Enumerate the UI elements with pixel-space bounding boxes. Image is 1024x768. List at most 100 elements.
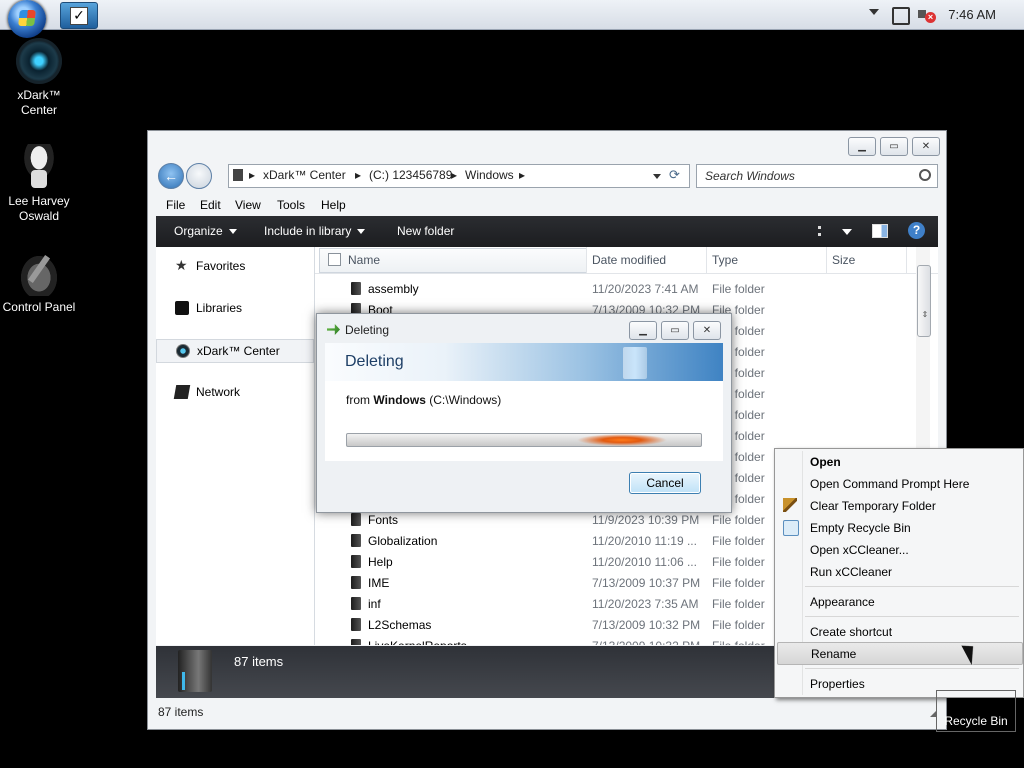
navigation-pane: ★ Favorites Libraries xDark™ Center Netw… bbox=[156, 247, 315, 645]
menu-item-open[interactable]: Open bbox=[777, 451, 1021, 472]
xdark-orb-icon bbox=[16, 38, 62, 84]
menu-item-open-xccleaner[interactable]: Open xCCleaner... bbox=[777, 539, 1021, 560]
search-placeholder: Search Windows bbox=[705, 169, 795, 183]
maximize-button[interactable]: ▭ bbox=[880, 137, 908, 156]
file-name: assembly bbox=[368, 282, 419, 296]
file-type: File folder bbox=[712, 597, 765, 611]
show-hidden-icons-icon[interactable] bbox=[869, 9, 879, 15]
forward-button[interactable] bbox=[186, 163, 212, 189]
column-header-name[interactable]: Name bbox=[348, 253, 380, 267]
file-type: File folder bbox=[712, 618, 765, 632]
refresh-icon[interactable]: ⟳ bbox=[669, 167, 680, 183]
nav-item-favorites[interactable]: ★ Favorites bbox=[156, 255, 312, 277]
recycle-bin-animation-icon bbox=[623, 347, 647, 379]
menu-item-appearance[interactable]: Appearance bbox=[777, 591, 1021, 612]
file-type: File folder bbox=[712, 513, 765, 527]
nav-item-xdark-center[interactable]: xDark™ Center bbox=[156, 339, 314, 363]
file-row[interactable]: assembly 11/20/2023 7:41 AM File folder bbox=[315, 278, 915, 299]
file-type: File folder bbox=[712, 534, 765, 548]
broom-icon bbox=[783, 498, 797, 512]
preview-pane-icon[interactable] bbox=[872, 224, 888, 238]
nav-item-network[interactable]: Network bbox=[156, 381, 312, 403]
desktop-icon-user[interactable]: Lee Harvey Oswald bbox=[0, 144, 78, 224]
back-button[interactable]: ← bbox=[158, 163, 184, 189]
close-button[interactable]: ✕ bbox=[912, 137, 940, 156]
recycle-bin-icon bbox=[783, 520, 799, 536]
menu-tools[interactable]: Tools bbox=[277, 198, 305, 212]
file-date: 7/13/2009 10:32 PM bbox=[592, 618, 701, 632]
file-date: 11/20/2023 7:41 AM bbox=[592, 282, 699, 296]
star-icon: ★ bbox=[175, 258, 188, 274]
search-box[interactable]: Search Windows bbox=[696, 164, 938, 188]
taskbar: ✓ × 7:46 AM bbox=[0, 0, 1024, 38]
breadcrumb-item[interactable]: (C:) 123456789 bbox=[369, 168, 452, 182]
dialog-body: from Windows (C:\Windows) bbox=[325, 381, 723, 461]
folder-icon bbox=[351, 513, 361, 526]
user-avatar-icon bbox=[16, 144, 62, 190]
nav-item-libraries[interactable]: Libraries bbox=[156, 297, 312, 319]
window-controls: ▁ ▭ ✕ bbox=[844, 137, 940, 156]
dialog-title: Deleting bbox=[345, 323, 390, 337]
menu-item-run-xccleaner[interactable]: Run xCCleaner bbox=[777, 561, 1021, 582]
taskbar-task-button[interactable]: ✓ bbox=[60, 2, 98, 29]
select-all-checkbox[interactable] bbox=[328, 253, 341, 266]
help-icon[interactable]: ? bbox=[908, 222, 925, 239]
minimize-button[interactable]: ▁ bbox=[848, 137, 876, 156]
deleting-dialog: Deleting ▁ ▭ ✕ Deleting from Windows (C:\W… bbox=[316, 313, 732, 513]
address-dropdown-icon[interactable] bbox=[653, 174, 661, 179]
file-name: Globalization bbox=[368, 534, 438, 548]
new-folder-button[interactable]: New folder bbox=[397, 224, 454, 238]
start-button[interactable] bbox=[8, 0, 46, 38]
view-options-icon[interactable] bbox=[818, 226, 833, 236]
menu-view[interactable]: View bbox=[235, 198, 261, 212]
details-item-count: 87 items bbox=[234, 654, 284, 669]
file-name: inf bbox=[368, 597, 381, 611]
breadcrumb-item[interactable]: xDark™ Center bbox=[263, 168, 346, 182]
dialog-window-controls: ▁ ▭ ✕ bbox=[625, 321, 721, 340]
xdark-orb-icon bbox=[176, 344, 190, 358]
column-header-type[interactable]: Type bbox=[712, 253, 738, 267]
desktop-icon-label: xDark™ Center bbox=[17, 88, 61, 117]
menu-item-rename[interactable]: Rename bbox=[777, 642, 1023, 665]
search-icon bbox=[919, 169, 931, 181]
menu-item-empty-recycle-bin[interactable]: Empty Recycle Bin bbox=[777, 517, 1021, 538]
menu-file[interactable]: File bbox=[166, 198, 185, 212]
clock[interactable]: 7:46 AM bbox=[948, 7, 996, 22]
file-date: 7/13/2009 10:32 PM bbox=[592, 639, 700, 645]
volume-muted-icon[interactable]: × bbox=[918, 7, 936, 23]
organize-button[interactable]: Organize bbox=[174, 224, 237, 238]
folder-icon bbox=[351, 555, 361, 568]
menu-item-open-command-prompt[interactable]: Open Command Prompt Here bbox=[777, 473, 1021, 494]
desktop-icon-control-panel[interactable]: Control Panel bbox=[0, 250, 78, 315]
address-bar[interactable]: ▸ xDark™ Center ▸ (C:) 123456789 ▸ Windo… bbox=[228, 164, 690, 188]
network-icon[interactable] bbox=[892, 7, 910, 25]
menu-item-create-shortcut[interactable]: Create shortcut bbox=[777, 621, 1021, 642]
cancel-button[interactable]: Cancel bbox=[629, 472, 701, 494]
column-header-date[interactable]: Date modified bbox=[592, 253, 666, 267]
folder-icon bbox=[351, 639, 361, 645]
folder-big-icon bbox=[178, 650, 212, 692]
drive-icon bbox=[233, 169, 243, 181]
dialog-maximize-button[interactable]: ▭ bbox=[661, 321, 689, 340]
desktop-icon-xdark-center[interactable]: xDark™ Center bbox=[0, 38, 78, 118]
column-header-size[interactable]: Size bbox=[832, 253, 855, 267]
dialog-close-button[interactable]: ✕ bbox=[693, 321, 721, 340]
chevron-down-icon[interactable] bbox=[842, 229, 852, 235]
delete-source: from Windows (C:\Windows) bbox=[346, 393, 502, 407]
checkbox-icon: ✓ bbox=[70, 7, 88, 25]
file-name: L2Schemas bbox=[368, 618, 432, 632]
scrollbar-thumb[interactable]: ⇕ bbox=[917, 265, 931, 337]
folder-icon bbox=[351, 576, 361, 589]
dialog-minimize-button[interactable]: ▁ bbox=[629, 321, 657, 340]
desktop-icon-recycle-bin[interactable]: Recycle Bin bbox=[936, 690, 1016, 732]
folder-icon bbox=[351, 597, 361, 610]
desktop-icon-label: Control Panel bbox=[2, 300, 76, 314]
command-bar: Organize Include in library New folder ? bbox=[156, 216, 938, 247]
delete-progress-bar bbox=[346, 433, 702, 447]
breadcrumb-item[interactable]: Windows bbox=[465, 168, 514, 182]
control-panel-icon bbox=[16, 250, 62, 296]
include-in-library-button[interactable]: Include in library bbox=[264, 224, 366, 238]
menu-item-clear-temporary-folder[interactable]: Clear Temporary Folder bbox=[777, 495, 1021, 516]
menu-help[interactable]: Help bbox=[321, 198, 346, 212]
menu-edit[interactable]: Edit bbox=[200, 198, 221, 212]
